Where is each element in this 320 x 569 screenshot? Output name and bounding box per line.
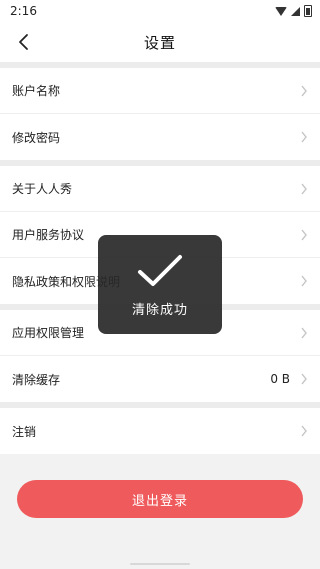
chevron-right-icon [300, 327, 308, 339]
chevron-right-icon [300, 131, 308, 143]
logout-container: 退出登录 [0, 454, 320, 518]
account-deletion-section: 注销 [0, 408, 320, 454]
row-label: 账户名称 [12, 84, 61, 98]
wifi-icon [275, 6, 287, 16]
chevron-right-icon [300, 183, 308, 195]
row-account-name[interactable]: 账户名称 [0, 68, 320, 114]
status-icons [275, 5, 312, 17]
header: 设置 [0, 22, 320, 62]
status-bar: 2:16 [0, 0, 320, 22]
row-clear-cache[interactable]: 清除缓存 0 B [0, 356, 320, 402]
success-toast: 清除成功 [98, 235, 222, 334]
chevron-right-icon [300, 275, 308, 287]
account-section: 账户名称 修改密码 [0, 68, 320, 160]
home-indicator [130, 563, 190, 565]
chevron-right-icon [300, 229, 308, 241]
page-title: 设置 [143, 33, 176, 52]
chevron-right-icon [300, 425, 308, 437]
row-label: 关于人人秀 [12, 182, 73, 196]
row-label: 修改密码 [12, 130, 61, 145]
signal-icon [291, 6, 300, 16]
toast-message: 清除成功 [131, 303, 188, 318]
cache-size-value: 0 B [270, 372, 290, 386]
battery-icon [304, 5, 312, 17]
back-arrow-icon [19, 34, 28, 50]
row-change-password[interactable]: 修改密码 [0, 114, 320, 160]
logout-button[interactable]: 退出登录 [17, 480, 303, 518]
chevron-right-icon [300, 85, 308, 97]
status-time: 2:16 [10, 4, 37, 18]
row-label: 注销 [12, 424, 37, 439]
checkmark-icon [134, 251, 186, 291]
row-about[interactable]: 关于人人秀 [0, 166, 320, 212]
settings-screen: 2:16 设置 账户名称 修改密码 关于人人秀 用户服务协议 隐私政策和权限说明… [0, 0, 320, 569]
back-button[interactable] [10, 28, 38, 56]
row-deregister[interactable]: 注销 [0, 408, 320, 454]
row-label: 清除缓存 [12, 372, 61, 387]
chevron-right-icon [300, 373, 308, 385]
